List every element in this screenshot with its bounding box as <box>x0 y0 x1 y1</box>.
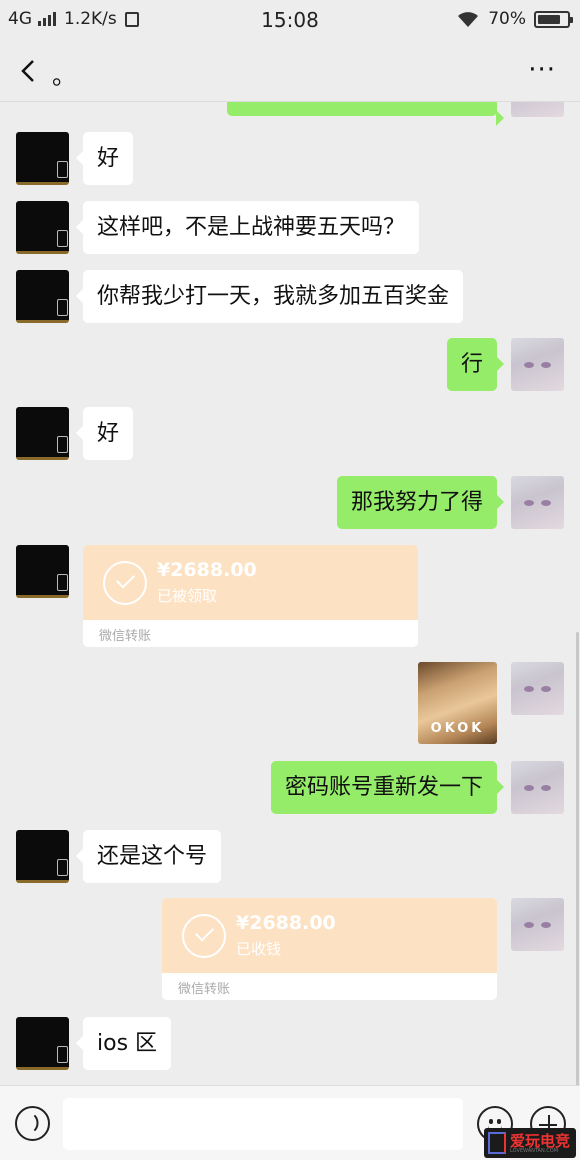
transfer-amount: ¥2688.00 <box>157 559 257 581</box>
contact-avatar[interactable] <box>16 201 69 254</box>
check-circle-icon <box>182 914 226 958</box>
chat-title: 。 <box>52 62 76 90</box>
my-avatar[interactable] <box>511 476 564 529</box>
watermark-logo: 爱玩电竞 LOVEWANTAN.COM <box>484 1128 576 1158</box>
voice-icon[interactable] <box>15 1106 50 1141</box>
message-bubble[interactable]: 那我努力了得 <box>336 476 505 529</box>
chat-title-bar: 。 ··· <box>0 40 580 102</box>
my-avatar[interactable] <box>511 761 564 814</box>
sticker-image[interactable]: OKOK <box>418 662 497 744</box>
message-bubble[interactable]: 还是这个号 <box>75 830 222 883</box>
transfer-footer: 微信转账 <box>99 629 152 644</box>
contact-avatar[interactable] <box>16 132 69 185</box>
transfer-card[interactable]: ¥2688.00 已收钱 微信转账 <box>162 898 497 1000</box>
wifi-icon <box>458 12 479 27</box>
input-bar: 爱玩电竞 LOVEWANTAN.COM <box>0 1085 580 1160</box>
scrollbar[interactable] <box>576 632 579 1085</box>
status-bar: 4G 1.2K/s 15:08 70% <box>0 0 580 40</box>
transfer-footer: 微信转账 <box>178 982 231 997</box>
contact-avatar[interactable] <box>16 1017 69 1070</box>
message-bubble[interactable]: 行 <box>446 338 505 391</box>
message-bubble[interactable]: 密码账号重新发一下 <box>270 761 505 814</box>
message-bubble[interactable]: 你帮我少打一天，我就多加五百奖金 <box>75 270 464 323</box>
contact-avatar[interactable] <box>16 407 69 460</box>
message-list[interactable]: 好 这样吧，不是上战神要五天吗？ 你帮我少打一天，我就多加五百奖金 行 好 那我… <box>0 102 580 1085</box>
contact-avatar[interactable] <box>16 545 69 598</box>
message-bubble[interactable]: 好 <box>75 407 134 460</box>
battery-icon <box>534 10 573 28</box>
chevron-left-icon[interactable] <box>18 58 40 84</box>
transfer-status: 已被领取 <box>157 587 218 605</box>
message-bubble[interactable]: 这样吧，不是上战神要五天吗？ <box>75 201 420 254</box>
watermark-subtext: LOVEWANTAN.COM <box>510 1148 559 1154</box>
message-bubble[interactable]: ios 区 <box>75 1017 172 1070</box>
transfer-card[interactable]: ¥2688.00 已被领取 微信转账 <box>83 545 418 647</box>
my-avatar[interactable] <box>511 102 564 117</box>
battery-percent: 70% <box>488 9 526 29</box>
my-avatar[interactable] <box>511 338 564 391</box>
sticker-caption: OKOK <box>430 721 485 736</box>
contact-avatar[interactable] <box>16 270 69 323</box>
check-circle-icon <box>103 561 147 605</box>
transfer-status: 已收钱 <box>236 940 282 958</box>
my-avatar[interactable] <box>511 662 564 715</box>
message-bubble[interactable] <box>227 102 504 126</box>
status-right: 70% <box>456 9 573 29</box>
more-dots-icon[interactable]: ··· <box>528 57 556 83</box>
transfer-amount: ¥2688.00 <box>236 912 336 934</box>
contact-avatar[interactable] <box>16 830 69 883</box>
message-bubble[interactable]: 好 <box>75 132 134 185</box>
message-input[interactable] <box>63 1098 463 1150</box>
my-avatar[interactable] <box>511 898 564 951</box>
